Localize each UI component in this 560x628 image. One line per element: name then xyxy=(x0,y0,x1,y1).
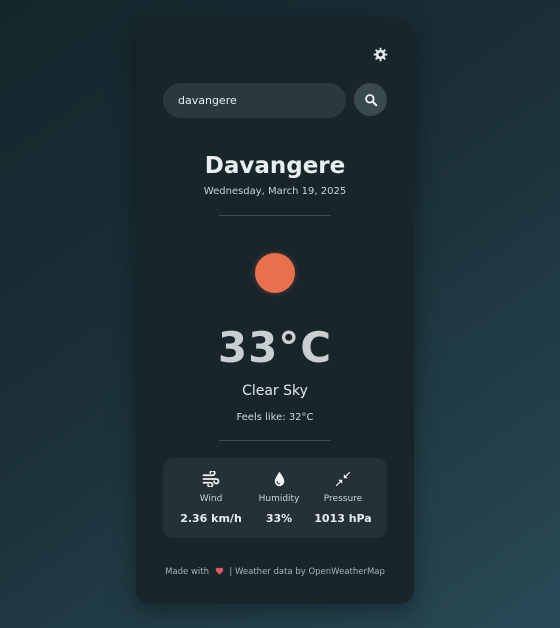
weather-condition: Clear Sky xyxy=(242,383,308,399)
stat-value: 33% xyxy=(265,512,293,525)
heart-icon xyxy=(215,567,224,578)
stat-label: Wind xyxy=(199,494,223,504)
divider-top xyxy=(219,215,331,216)
stat-label: Humidity xyxy=(258,494,300,504)
water-drop-icon xyxy=(269,469,289,489)
wind-icon xyxy=(201,469,221,489)
search-button[interactable] xyxy=(354,83,387,116)
footer-credits: | Weather data by OpenWeatherMap xyxy=(229,567,385,577)
gear-icon xyxy=(373,47,387,61)
weather-stats-panel: Wind 2.36 km/h Humidity 33% Pressure 101… xyxy=(163,458,387,538)
stat-wind: Wind 2.36 km/h xyxy=(177,458,245,538)
search-icon xyxy=(364,93,377,106)
city-name: Davangere xyxy=(204,153,346,179)
stat-pressure: Pressure 1013 hPa xyxy=(309,458,377,538)
weather-card: Davangere Wednesday, March 19, 2025 33°C… xyxy=(136,18,414,604)
stat-value: 1013 hPa xyxy=(314,512,372,525)
footer-made-with: Made with xyxy=(165,567,210,577)
stat-label: Pressure xyxy=(323,494,363,504)
stat-value: 2.36 km/h xyxy=(180,512,242,525)
current-date: Wednesday, March 19, 2025 xyxy=(203,186,347,197)
compress-arrows-icon xyxy=(333,469,353,489)
temperature: 33°C xyxy=(217,323,333,372)
sun-icon xyxy=(255,253,295,293)
stat-humidity: Humidity 33% xyxy=(245,458,313,538)
search-input[interactable] xyxy=(163,83,346,118)
feels-like: Feels like: 32°C xyxy=(236,412,314,423)
footer: Made with | Weather data by OpenWeatherM… xyxy=(136,567,414,578)
divider-bottom xyxy=(219,440,331,441)
search-bar xyxy=(163,83,387,118)
settings-button[interactable] xyxy=(370,44,390,64)
